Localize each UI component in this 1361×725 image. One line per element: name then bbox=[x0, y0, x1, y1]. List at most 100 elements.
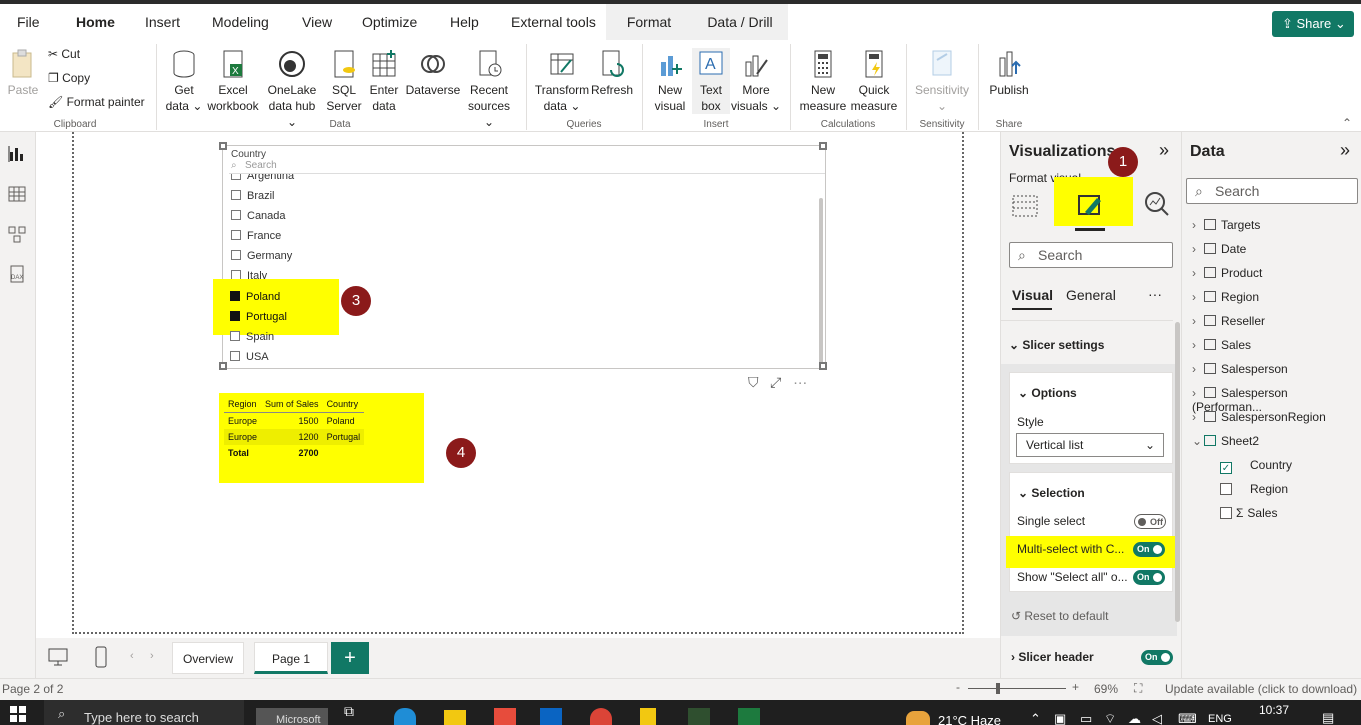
single-select-toggle[interactable]: Off bbox=[1134, 514, 1166, 529]
slicer-item-brazil[interactable]: Brazil bbox=[231, 190, 275, 202]
checkbox[interactable] bbox=[1220, 507, 1232, 519]
outlook-icon[interactable] bbox=[540, 708, 562, 725]
table-view-icon[interactable] bbox=[7, 184, 27, 204]
weather-text[interactable]: 21°C Haze bbox=[938, 713, 1001, 725]
clock-time[interactable]: 10:37 bbox=[1259, 703, 1289, 717]
refresh-button[interactable]: Refresh bbox=[590, 48, 634, 98]
analytics-icon[interactable] bbox=[1143, 190, 1171, 218]
field-sales[interactable]: Σ Sales bbox=[1220, 506, 1277, 520]
field-region[interactable]: Region bbox=[1220, 482, 1288, 496]
menu-modeling[interactable]: Modeling bbox=[212, 14, 269, 30]
slicer-item-france[interactable]: France bbox=[231, 230, 281, 242]
selection-section[interactable]: ⌄ Selection bbox=[1018, 486, 1085, 500]
file-explorer-icon[interactable] bbox=[444, 710, 466, 725]
slicer-search[interactable]: ⌕ Search bbox=[229, 160, 825, 174]
checkbox[interactable] bbox=[231, 230, 241, 240]
collapse-pane-icon[interactable]: » bbox=[1159, 140, 1169, 161]
power-bi-icon[interactable] bbox=[640, 708, 656, 725]
task-view-icon[interactable]: ⧉ bbox=[344, 703, 366, 723]
tray-app-icon[interactable]: ▣ bbox=[1054, 711, 1066, 725]
field-country[interactable]: ✓ Country bbox=[1220, 458, 1292, 474]
tab-format[interactable]: Format bbox=[606, 4, 692, 40]
onedrive-icon[interactable]: ☁ bbox=[1128, 711, 1141, 725]
zoom-slider-thumb[interactable] bbox=[996, 683, 1000, 694]
quick-measure-button[interactable]: Quick measure bbox=[850, 48, 898, 114]
checkbox[interactable] bbox=[231, 190, 241, 200]
menu-file[interactable]: File bbox=[17, 14, 40, 30]
checkbox[interactable] bbox=[231, 210, 241, 220]
checkbox-checked[interactable] bbox=[230, 311, 240, 321]
menu-insert[interactable]: Insert bbox=[145, 14, 180, 30]
desktop-layout-icon[interactable] bbox=[48, 648, 68, 666]
update-available-link[interactable]: Update available (click to download) bbox=[1165, 682, 1357, 696]
report-view-icon[interactable] bbox=[7, 144, 27, 164]
chrome-icon[interactable] bbox=[590, 708, 612, 725]
zoom-in-button[interactable]: + bbox=[1072, 680, 1079, 694]
notification-icon[interactable]: ▤ bbox=[1322, 710, 1334, 725]
menu-external-tools[interactable]: External tools bbox=[511, 14, 596, 30]
slicer-item-germany[interactable]: Germany bbox=[231, 250, 292, 262]
slicer-header-section[interactable]: › Slicer header bbox=[1011, 650, 1094, 664]
dataverse-button[interactable]: Dataverse bbox=[404, 48, 462, 98]
collapse-pane-icon[interactable]: » bbox=[1340, 140, 1350, 161]
table-item-salesperson[interactable]: › Salesperson bbox=[1192, 362, 1288, 376]
add-page-button[interactable]: + bbox=[331, 642, 369, 674]
reset-to-default-button[interactable]: ↺ Reset to default bbox=[1011, 609, 1108, 623]
transform-data-button[interactable]: Transform data ⌄ bbox=[534, 48, 590, 114]
data-search-input[interactable]: ⌕ Search bbox=[1186, 178, 1358, 204]
paste-button[interactable]: Paste bbox=[6, 48, 40, 98]
column-header[interactable]: Country bbox=[322, 396, 365, 413]
battery-icon[interactable]: ▭ bbox=[1080, 711, 1092, 725]
more-options-icon[interactable]: ··· bbox=[1148, 286, 1162, 302]
prev-page-icon[interactable]: ‹ bbox=[130, 650, 134, 662]
table-item-targets[interactable]: › Targets bbox=[1192, 218, 1260, 232]
menu-optimize[interactable]: Optimize bbox=[362, 14, 417, 30]
country-slicer[interactable]: Country ⌕ Search Argentina Brazil Canada … bbox=[219, 142, 827, 370]
slicer-scrollbar[interactable] bbox=[819, 198, 823, 368]
resize-handle[interactable] bbox=[219, 142, 227, 150]
options-section[interactable]: ⌄ Options bbox=[1018, 386, 1077, 400]
slicer-item-canada[interactable]: Canada bbox=[231, 210, 286, 222]
excel-taskbar-icon[interactable] bbox=[738, 708, 760, 725]
sales-table[interactable]: Region Sum of Sales Country Europe 1500 … bbox=[224, 396, 365, 461]
format-search-input[interactable]: ⌕ Search bbox=[1009, 242, 1173, 268]
menu-home[interactable]: Home bbox=[76, 14, 115, 30]
taskbar-search[interactable]: ⌕ Type here to search bbox=[44, 700, 244, 725]
page-tab-overview[interactable]: Overview bbox=[172, 642, 244, 674]
tab-visual[interactable]: Visual bbox=[1012, 287, 1053, 303]
resize-handle[interactable] bbox=[819, 142, 827, 150]
table-item-reseller[interactable]: › Reseller bbox=[1192, 314, 1265, 328]
slicer-item-poland[interactable]: Poland bbox=[230, 291, 280, 303]
tab-general[interactable]: General bbox=[1066, 287, 1116, 303]
resize-handle[interactable] bbox=[819, 362, 827, 370]
dax-query-icon[interactable]: DAX bbox=[7, 264, 27, 284]
slicer-item-usa[interactable]: USA bbox=[230, 351, 269, 363]
page-tab-page1[interactable]: Page 1 bbox=[254, 642, 328, 674]
focus-mode-icon[interactable]: ⤢ bbox=[770, 374, 781, 390]
mobile-layout-icon[interactable] bbox=[94, 646, 108, 668]
new-visual-button[interactable]: New visual bbox=[650, 48, 690, 114]
publish-button[interactable]: Publish bbox=[986, 48, 1032, 98]
excel-workbook-button[interactable]: X Excel workbook bbox=[206, 48, 260, 114]
onelake-button[interactable]: OneLake data hub ⌄ bbox=[262, 48, 322, 130]
store-icon[interactable] bbox=[494, 708, 516, 725]
column-header[interactable]: Sum of Sales bbox=[261, 396, 323, 413]
resize-handle[interactable] bbox=[219, 362, 227, 370]
slicer-settings-section[interactable]: ⌄ Slicer settings bbox=[1009, 338, 1104, 352]
table-item-product[interactable]: › Product bbox=[1192, 266, 1262, 280]
slicer-item-spain[interactable]: Spain bbox=[230, 331, 274, 343]
wifi-icon[interactable]: ⌔ bbox=[1104, 711, 1116, 725]
table-item-date[interactable]: › Date bbox=[1192, 242, 1246, 256]
table-item-region[interactable]: › Region bbox=[1192, 290, 1259, 304]
style-dropdown[interactable]: Vertical list ⌄ bbox=[1016, 433, 1164, 457]
table-item-sales[interactable]: › Sales bbox=[1192, 338, 1251, 352]
tab-data-drill[interactable]: Data / Drill bbox=[692, 4, 788, 40]
new-measure-button[interactable]: New measure bbox=[798, 48, 848, 114]
multi-select-toggle[interactable]: On bbox=[1133, 542, 1165, 557]
checkbox-checked[interactable] bbox=[230, 291, 240, 301]
slicer-item-argentina[interactable]: Argentina bbox=[231, 174, 294, 182]
share-button[interactable]: ⇪ Share ⌄ bbox=[1272, 11, 1354, 37]
build-visual-icon[interactable] bbox=[1011, 192, 1039, 220]
filter-icon[interactable]: ⛉ bbox=[748, 374, 759, 390]
menu-view[interactable]: View bbox=[302, 14, 332, 30]
